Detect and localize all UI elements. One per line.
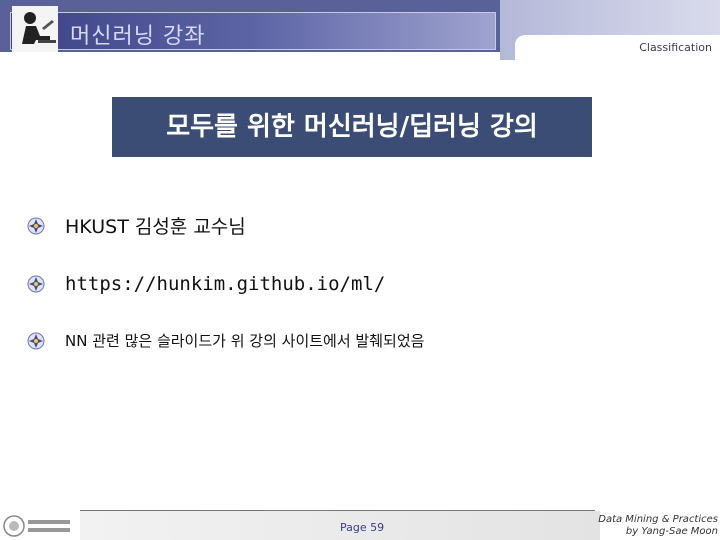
bullet-text: HKUST 김성훈 교수님 — [65, 216, 246, 238]
university-emblem-icon — [3, 515, 70, 537]
footer-credit: Data Mining & Practices by Yang-Sae Moon — [598, 514, 718, 538]
bullet-link-text: https://hunkim.github.io/ml/ — [65, 273, 386, 295]
credit-line-course: Data Mining & Practices — [598, 514, 718, 525]
credit-line-author: by Yang-Sae Moon — [625, 526, 718, 537]
bullet-item: https://hunkim.github.io/ml/ — [27, 273, 385, 295]
flower-bullet-icon — [27, 332, 45, 349]
page-number: Page 59 — [340, 521, 385, 534]
person-at-desk-icon — [12, 6, 58, 52]
header-underline — [0, 52, 500, 60]
flower-bullet-icon — [27, 217, 45, 234]
bullet-item: HKUST 김성훈 교수님 — [27, 212, 246, 239]
footer-divider — [80, 510, 595, 511]
flower-bullet-icon — [27, 275, 45, 293]
header-title: 머신러닝 강좌 — [70, 24, 206, 49]
section-label: Classification — [639, 41, 712, 54]
bullet-item: NN 관련 많은 슬라이드가 위 강의 사이트에서 발췌되었음 — [27, 330, 424, 351]
bullet-text: NN 관련 많은 슬라이드가 위 강의 사이트에서 발췌되었음 — [65, 332, 425, 350]
slide-title: 모두를 위한 머신러닝/딥러닝 강의 — [112, 97, 592, 157]
